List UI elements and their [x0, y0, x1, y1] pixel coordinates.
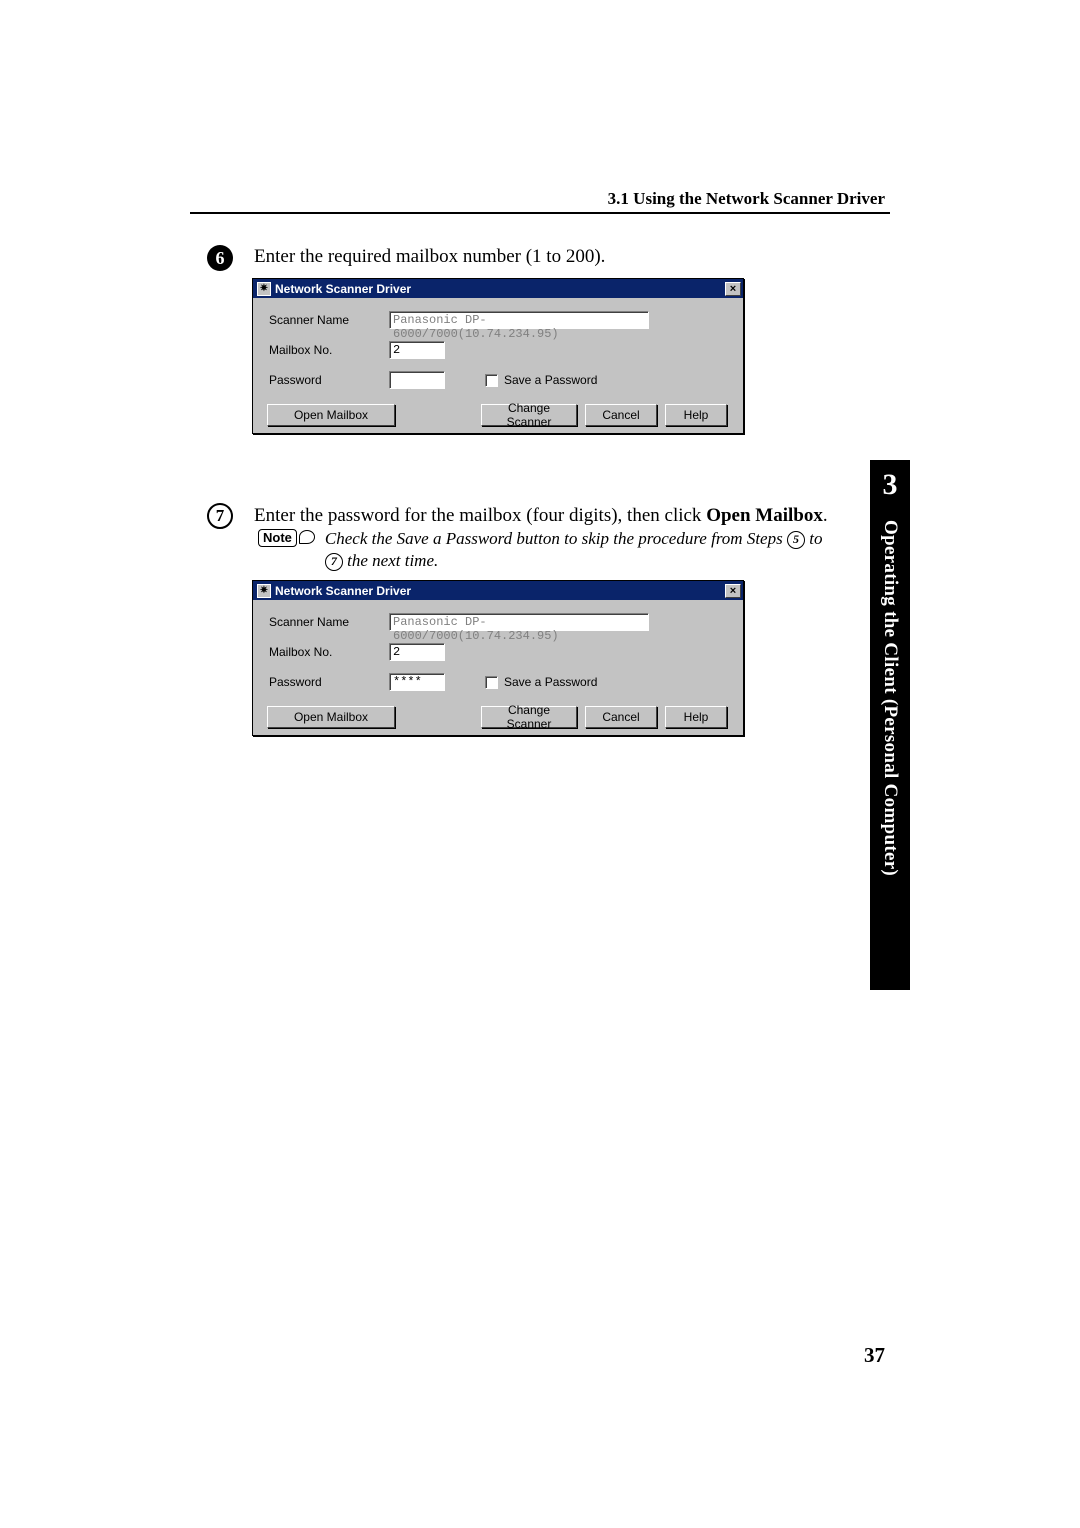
- scanner-name-label: Scanner Name: [269, 313, 389, 327]
- scanner-name-field: Panasonic DP-6000/7000(10.74.234.95): [389, 311, 649, 329]
- mailbox-no-label: Mailbox No.: [269, 343, 389, 357]
- help-button[interactable]: Help: [665, 706, 727, 728]
- mailbox-no-field[interactable]: 2: [389, 643, 445, 661]
- open-mailbox-button[interactable]: Open Mailbox: [267, 404, 395, 426]
- step6-instruction: Enter the required mailbox number (1 to …: [254, 246, 605, 268]
- close-icon[interactable]: ×: [725, 584, 741, 598]
- note-text: Check the Save a Password button to skip…: [325, 528, 838, 572]
- section-heading: 3.1 Using the Network Scanner Driver: [608, 189, 885, 209]
- page-number: 37: [864, 1343, 885, 1368]
- help-button[interactable]: Help: [665, 404, 727, 426]
- save-password-label: Save a Password: [504, 675, 597, 689]
- scanner-name-field: Panasonic DP-6000/7000(10.74.234.95): [389, 613, 649, 631]
- step-number-6: 6: [207, 245, 233, 271]
- network-scanner-driver-dialog: ✷ Network Scanner Driver × Scanner Name …: [252, 278, 744, 434]
- open-mailbox-button[interactable]: Open Mailbox: [267, 706, 395, 728]
- note-bubble-icon: [299, 530, 315, 544]
- network-scanner-driver-dialog: ✷ Network Scanner Driver × Scanner Name …: [252, 580, 744, 736]
- note-label: Note: [258, 529, 297, 547]
- chapter-side-tab: 3 Operating the Client (Personal Compute…: [870, 460, 910, 990]
- change-scanner-button[interactable]: Change Scanner: [481, 706, 577, 728]
- save-password-label: Save a Password: [504, 373, 597, 387]
- cancel-button[interactable]: Cancel: [585, 404, 657, 426]
- scanner-name-label: Scanner Name: [269, 615, 389, 629]
- password-label: Password: [269, 675, 389, 689]
- dialog-title: Network Scanner Driver: [275, 584, 725, 598]
- dialog-title: Network Scanner Driver: [275, 282, 725, 296]
- cancel-button[interactable]: Cancel: [585, 706, 657, 728]
- chapter-title: Operating the Client (Personal Computer): [879, 520, 901, 980]
- app-icon: ✷: [257, 282, 271, 296]
- password-field[interactable]: ****: [389, 673, 445, 691]
- dialog-titlebar: ✷ Network Scanner Driver ×: [253, 581, 743, 600]
- chapter-number: 3: [870, 460, 910, 502]
- save-password-checkbox[interactable]: [485, 374, 498, 387]
- step7-instruction: Enter the password for the mailbox (four…: [254, 505, 894, 527]
- password-label: Password: [269, 373, 389, 387]
- close-icon[interactable]: ×: [725, 282, 741, 296]
- password-field[interactable]: [389, 371, 445, 389]
- step-ref-7-icon: 7: [325, 553, 343, 571]
- app-icon: ✷: [257, 584, 271, 598]
- save-password-checkbox[interactable]: [485, 676, 498, 689]
- dialog-titlebar: ✷ Network Scanner Driver ×: [253, 279, 743, 298]
- change-scanner-button[interactable]: Change Scanner: [481, 404, 577, 426]
- step-number-7: 7: [207, 503, 233, 529]
- mailbox-no-label: Mailbox No.: [269, 645, 389, 659]
- note-row: Note Check the Save a Password button to…: [258, 528, 838, 572]
- mailbox-no-field[interactable]: 2: [389, 341, 445, 359]
- step-ref-5-icon: 5: [787, 531, 805, 549]
- header-rule: [190, 212, 890, 214]
